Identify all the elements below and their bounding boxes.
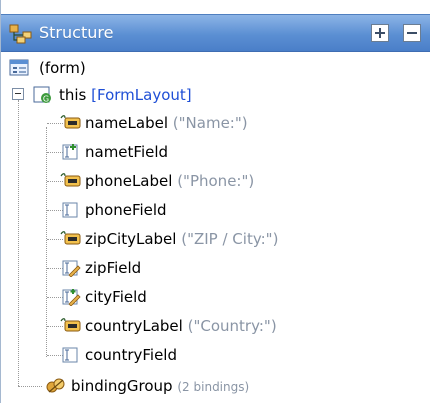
expand-all-icon[interactable] (371, 24, 389, 42)
tree-item-label: phoneLabel (85, 172, 173, 190)
tree-item-label: this (59, 86, 87, 104)
tree-item-country-field[interactable]: countryField (1, 341, 430, 369)
textfield-bound-icon (62, 144, 78, 160)
tree-item-label: countryField (85, 346, 177, 364)
textfield-icon (62, 347, 78, 363)
tree-item-city-field[interactable]: cityField (1, 283, 430, 311)
textfield-bound-edit-icon (62, 289, 81, 306)
view-title: Structure (39, 23, 114, 42)
label-text-hint: ("Country:") (187, 317, 277, 335)
label-text-hint: ("Phone:") (177, 172, 255, 190)
tree-item-namet-field[interactable]: nametField (1, 138, 430, 166)
tree-item-label: phoneField (85, 201, 167, 219)
tree-item-label: (form) (39, 59, 86, 77)
layout-type-label: [FormLayout] (91, 86, 192, 104)
textfield-icon (62, 202, 78, 218)
tree-item-phone-field[interactable]: phoneField (1, 196, 430, 224)
structure-view: Structure (form) G this [FormLayout] nam… (0, 0, 430, 403)
tree-item-form[interactable]: (form) (1, 54, 430, 82)
tree-item-binding-group[interactable]: bindingGroup (2 bindings) (1, 372, 430, 400)
tree-item-phone-label[interactable]: phoneLabel ("Phone:") (1, 167, 430, 195)
label-text-hint: ("ZIP / City:") (181, 230, 279, 248)
structure-tree: (form) G this [FormLayout] nameLabel ("N… (1, 52, 430, 403)
panel-icon: G (33, 86, 51, 104)
tree-item-label: nameLabel (85, 114, 169, 132)
structure-view-icon (9, 24, 32, 44)
tree-item-country-label[interactable]: countryLabel ("Country:") (1, 312, 430, 340)
tree-item-label: bindingGroup (71, 377, 173, 395)
binding-group-icon (46, 378, 65, 393)
tree-item-label: zipField (85, 259, 142, 277)
tree-item-label: cityField (85, 288, 147, 306)
label-icon (60, 115, 81, 129)
view-title-bar: Structure (1, 14, 430, 52)
textfield-edit-icon (62, 260, 81, 277)
tree-item-this[interactable]: G this [FormLayout] (1, 81, 430, 109)
collapse-all-icon[interactable] (403, 24, 421, 42)
binding-count: (2 bindings) (177, 380, 250, 394)
tree-item-zip-field[interactable]: zipField (1, 254, 430, 282)
tree-item-label: nametField (85, 143, 169, 161)
label-text-hint: ("Name:") (172, 114, 248, 132)
label-icon (60, 173, 81, 187)
tree-item-label: zipCityLabel (85, 230, 177, 248)
tree-item-zip-city-label[interactable]: zipCityLabel ("ZIP / City:") (1, 225, 430, 253)
tree-item-label: countryLabel (85, 317, 183, 335)
label-icon (60, 231, 81, 245)
form-icon (9, 59, 29, 76)
tree-item-name-label[interactable]: nameLabel ("Name:") (1, 109, 430, 137)
label-icon (60, 318, 81, 332)
svg-text:G: G (43, 95, 49, 104)
